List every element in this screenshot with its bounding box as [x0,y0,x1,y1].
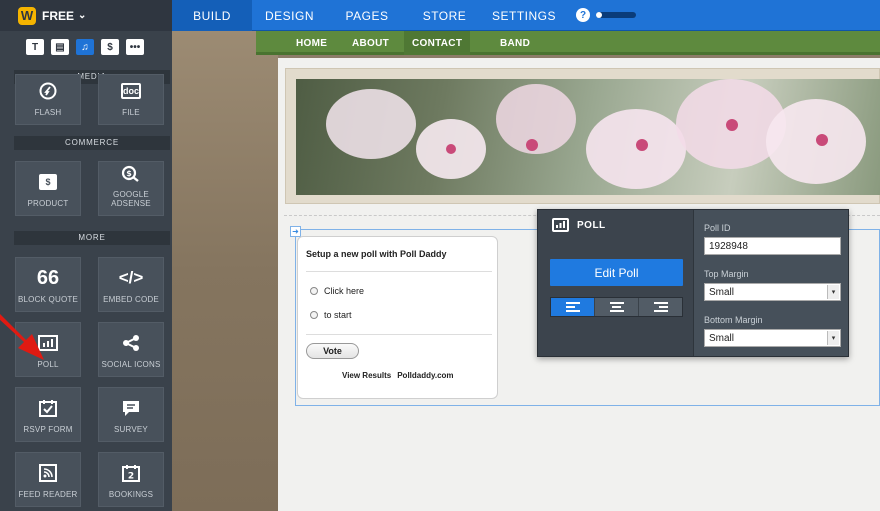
poll-id-input[interactable]: 1928948 [704,237,841,255]
plan-menu[interactable]: W FREE ⌄ [0,0,172,31]
align-center-icon [609,302,624,312]
panel-title: POLL [552,218,606,232]
site-nav-band[interactable]: BAND [500,31,530,55]
element-file[interactable]: doc FILE [98,74,164,125]
weebly-logo-icon: W [18,6,36,25]
site-nav-contact[interactable]: CONTACT [404,31,471,55]
bottom-margin-select[interactable]: Small ▾ [704,329,841,347]
top-margin-select[interactable]: Small ▾ [704,283,841,301]
poll-icon [552,218,569,232]
chevron-down-icon: ▾ [827,331,839,345]
progress-fill [596,12,602,18]
rss-icon [39,461,57,485]
rsvp-icon [39,396,57,420]
section-commerce: COMMERCE [14,136,170,150]
tab-settings[interactable]: SETTINGS [482,0,566,31]
file-icon: doc [121,79,141,103]
svg-text:$: $ [126,169,132,178]
move-handle-icon[interactable]: ➜ [290,226,301,237]
element-rsvp-form[interactable]: RSVP FORM [15,387,81,442]
element-flash[interactable]: FLASH [15,74,81,125]
share-icon [122,331,140,355]
element-category-tabs: T ▤ ♫ $ ••• [26,39,144,55]
help-icon[interactable]: ? [576,8,590,22]
poll-id-label: Poll ID [704,223,731,233]
tab-pages[interactable]: PAGES [327,0,407,31]
tab-store[interactable]: STORE [407,0,482,31]
svg-text:2: 2 [128,472,134,482]
element-embed-code[interactable]: </> EMBED CODE [98,257,164,312]
element-block-quote[interactable]: 66 BLOCK QUOTE [15,257,81,312]
alignment-group [550,297,683,317]
section-more: MORE [14,231,170,245]
radio-button[interactable] [310,287,318,295]
element-product[interactable]: $ PRODUCT [15,161,81,216]
media-elements-tab[interactable]: ♫ [76,39,94,55]
more-elements-tab[interactable]: ••• [126,39,144,55]
align-left-button[interactable] [551,298,595,316]
poll-question: Setup a new poll with Poll Daddy [306,249,447,259]
annotation-arrow-icon [0,314,44,360]
dollar-icon: $ [39,170,57,194]
vote-button[interactable]: Vote [306,343,359,359]
chevron-down-icon: ▾ [827,285,839,299]
divider [306,271,492,272]
element-bookings[interactable]: 2 BOOKINGS [98,452,164,507]
view-results-link[interactable]: View Results [342,371,391,380]
adsense-icon: $ [121,162,141,185]
site-nav-home[interactable]: HOME [296,31,327,55]
divider [306,334,492,335]
chevron-down-icon: ⌄ [78,10,87,21]
element-google-adsense[interactable]: $ GOOGLE ADSENSE [98,161,164,216]
align-left-icon [565,302,580,312]
top-margin-label: Top Margin [704,269,749,279]
text-elements-tab[interactable]: T [26,39,44,55]
align-right-button[interactable] [639,298,682,316]
poll-footer: View Results Polldaddy.com [342,371,454,380]
calendar-icon: 2 [122,461,140,485]
site-nav-about[interactable]: ABOUT [352,31,389,55]
page-background-texture [172,31,278,511]
tab-build[interactable]: BUILD [172,0,252,31]
survey-icon [122,396,140,420]
flash-icon [39,79,57,103]
top-toolbar: W FREE ⌄ BUILD DESIGN PAGES STORE SETTIN… [0,0,880,31]
quote-icon: 66 [36,266,60,289]
plan-label: FREE [42,8,75,23]
element-survey[interactable]: SURVEY [98,387,164,442]
element-feed-reader[interactable]: FEED READER [15,452,81,507]
align-right-icon [653,302,668,312]
radio-button[interactable] [310,311,318,319]
align-center-button[interactable] [595,298,639,316]
layout-elements-tab[interactable]: ▤ [51,39,69,55]
edit-poll-button[interactable]: Edit Poll [550,259,683,286]
commerce-elements-tab[interactable]: $ [101,39,119,55]
element-sidebar: T ▤ ♫ $ ••• MEDIA FLASH doc FILE COMMERC… [0,31,172,511]
setup-progress-bar [596,12,636,18]
poll-widget[interactable]: Setup a new poll with Poll Daddy Click h… [297,236,498,399]
poll-settings-panel: POLL Edit Poll Poll ID 1928948 Top Margi… [537,209,849,357]
site-navigation: HOME ABOUT CONTACT BAND [256,31,880,55]
bottom-margin-label: Bottom Margin [704,315,763,325]
header-image[interactable] [296,79,880,195]
code-icon: </> [118,268,144,287]
poll-option[interactable]: to start [310,310,352,320]
element-social-icons[interactable]: SOCIAL ICONS [98,322,164,377]
poll-option[interactable]: Click here [310,286,364,296]
polldaddy-link[interactable]: Polldaddy.com [397,371,453,380]
tab-design[interactable]: DESIGN [252,0,327,31]
